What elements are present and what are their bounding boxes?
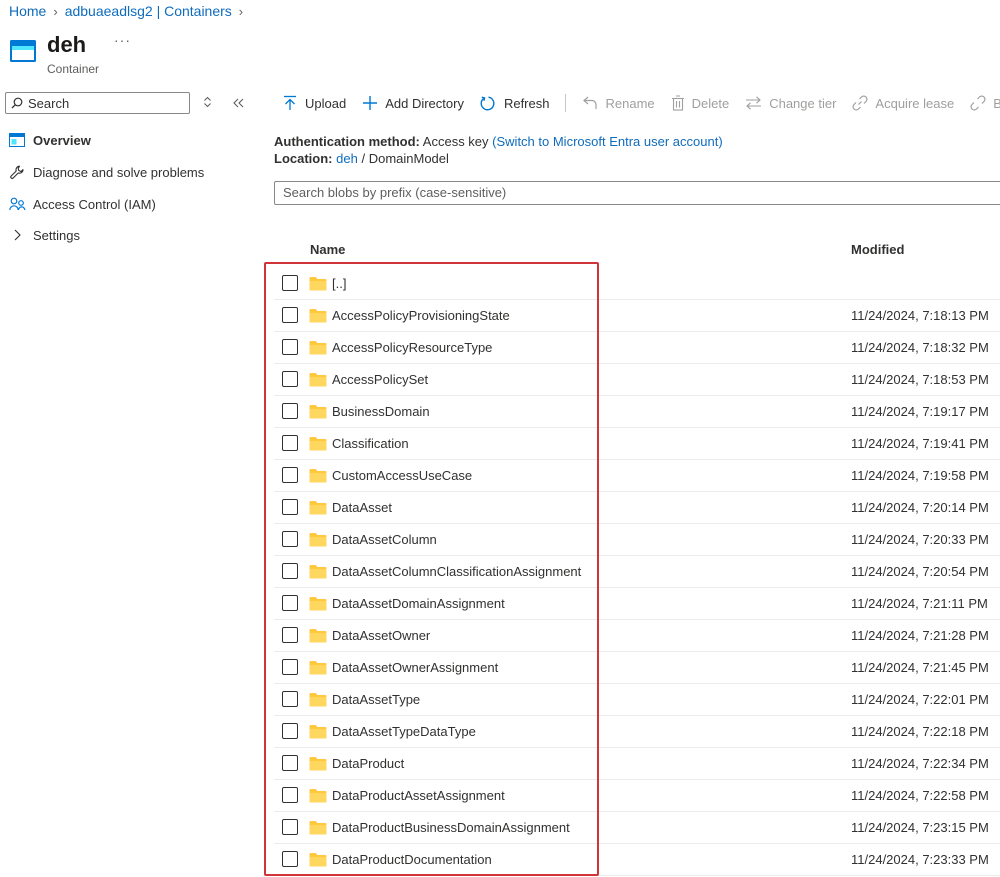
change-tier-button[interactable]: Change tier: [745, 96, 836, 111]
chevron-right-icon: ›: [53, 3, 58, 19]
blob-modified: 11/24/2024, 7:21:28 PM: [851, 628, 989, 643]
refresh-button[interactable]: Refresh: [480, 95, 550, 112]
add-directory-button[interactable]: Add Directory: [362, 95, 464, 111]
blob-modified: 11/24/2024, 7:21:11 PM: [851, 596, 988, 611]
column-header-name[interactable]: Name: [310, 242, 345, 257]
people-icon: [8, 196, 26, 212]
wrench-icon: [8, 164, 26, 180]
location-separator: /: [361, 151, 366, 166]
sidebar-item-diagnose[interactable]: Diagnose and solve problems: [8, 164, 204, 180]
chevron-right-icon: [8, 227, 26, 243]
upload-label: Upload: [305, 95, 347, 111]
rename-icon: [583, 96, 598, 109]
broken-link-icon: [970, 95, 986, 111]
add-directory-label: Add Directory: [385, 95, 464, 111]
overview-icon: [8, 132, 26, 148]
page-subtitle: Container: [47, 62, 100, 76]
highlight-box: [264, 262, 599, 876]
search-icon: [11, 97, 23, 109]
break-lease-label: B: [993, 95, 1000, 111]
blob-modified: 11/24/2024, 7:23:33 PM: [851, 852, 989, 867]
location-line: Location: deh / DomainModel: [274, 151, 449, 166]
rename-button[interactable]: Rename: [582, 95, 655, 111]
blob-search-placeholder: Search blobs by prefix (case-sensitive): [283, 185, 507, 200]
chevron-right-icon: ›: [238, 3, 244, 19]
acquire-lease-label: Acquire lease: [875, 95, 955, 111]
blob-modified: 11/24/2024, 7:22:58 PM: [851, 788, 989, 803]
blob-prefix-search-input[interactable]: Search blobs by prefix (case-sensitive): [274, 181, 1000, 205]
rename-label: Rename: [605, 95, 655, 111]
blob-modified: 11/24/2024, 7:20:33 PM: [851, 532, 989, 547]
collapse-sidebar-icon[interactable]: [233, 97, 245, 111]
sidebar-item-label: Settings: [33, 227, 80, 243]
blob-modified: 11/24/2024, 7:19:41 PM: [851, 436, 989, 451]
trash-icon: [671, 95, 684, 111]
blob-modified: 11/24/2024, 7:22:34 PM: [851, 756, 989, 771]
blob-modified: 11/24/2024, 7:23:15 PM: [851, 820, 989, 835]
sidebar-item-label: Overview: [33, 132, 91, 148]
plus-icon: [363, 96, 378, 110]
delete-label: Delete: [691, 95, 730, 111]
refresh-label: Refresh: [503, 95, 550, 111]
blob-modified: 11/24/2024, 7:21:45 PM: [851, 660, 989, 675]
toolbar-divider: [565, 94, 567, 112]
container-icon: [10, 40, 36, 62]
auth-method-line: Authentication method: Access key (Switc…: [274, 134, 723, 149]
auth-value: Access key: [422, 134, 489, 149]
sort-toggle-icon[interactable]: [203, 96, 212, 111]
auth-label: Authentication method:: [274, 134, 420, 149]
blob-modified: 11/24/2024, 7:20:54 PM: [851, 564, 989, 579]
column-header-modified[interactable]: Modified: [851, 242, 904, 257]
sidebar-item-label: Diagnose and solve problems: [33, 164, 205, 180]
link-icon: [852, 95, 868, 111]
breadcrumb: Home › adbuaeadlsg2 | Containers ›: [9, 3, 250, 19]
location-path: DomainModel: [368, 151, 449, 166]
sidebar-item-access-control[interactable]: Access Control (IAM): [8, 196, 156, 212]
blob-modified: 11/24/2024, 7:22:18 PM: [851, 724, 989, 739]
upload-icon: [284, 95, 296, 110]
location-label: Location:: [274, 151, 333, 166]
sidebar-item-settings[interactable]: Settings: [8, 227, 80, 243]
sidebar-item-overview[interactable]: Overview: [8, 132, 91, 148]
sidebar-item-label: Access Control (IAM): [33, 196, 156, 212]
sidebar-search-input[interactable]: Search: [5, 92, 190, 114]
acquire-lease-button[interactable]: Acquire lease: [852, 95, 954, 111]
blob-modified: 11/24/2024, 7:20:14 PM: [851, 500, 989, 515]
blob-modified: 11/24/2024, 7:18:53 PM: [851, 372, 989, 387]
break-lease-button[interactable]: B: [970, 95, 1000, 111]
blob-modified: 11/24/2024, 7:18:13 PM: [851, 308, 989, 323]
location-container-link[interactable]: deh: [336, 151, 358, 166]
sidebar-search-placeholder: Search: [28, 95, 70, 111]
blob-modified: 11/24/2024, 7:22:01 PM: [851, 692, 989, 707]
refresh-icon: [480, 96, 495, 110]
more-options-icon[interactable]: ···: [114, 32, 131, 48]
breadcrumb-account-link[interactable]: adbuaeadlsg2 | Containers: [65, 3, 232, 19]
upload-button[interactable]: Upload: [282, 95, 346, 111]
blob-modified: 11/24/2024, 7:19:58 PM: [851, 468, 989, 483]
command-toolbar: Upload Add Directory Refresh Rename Dele…: [282, 94, 1000, 112]
breadcrumb-home-link[interactable]: Home: [9, 3, 46, 19]
swap-arrows-icon: [746, 96, 762, 110]
switch-auth-link[interactable]: (Switch to Microsoft Entra user account): [492, 134, 722, 149]
delete-button[interactable]: Delete: [671, 95, 730, 111]
blob-modified: 11/24/2024, 7:18:32 PM: [851, 340, 989, 355]
blob-modified: 11/24/2024, 7:19:17 PM: [851, 404, 989, 419]
change-tier-label: Change tier: [769, 95, 837, 111]
page-title: deh: [47, 32, 87, 57]
